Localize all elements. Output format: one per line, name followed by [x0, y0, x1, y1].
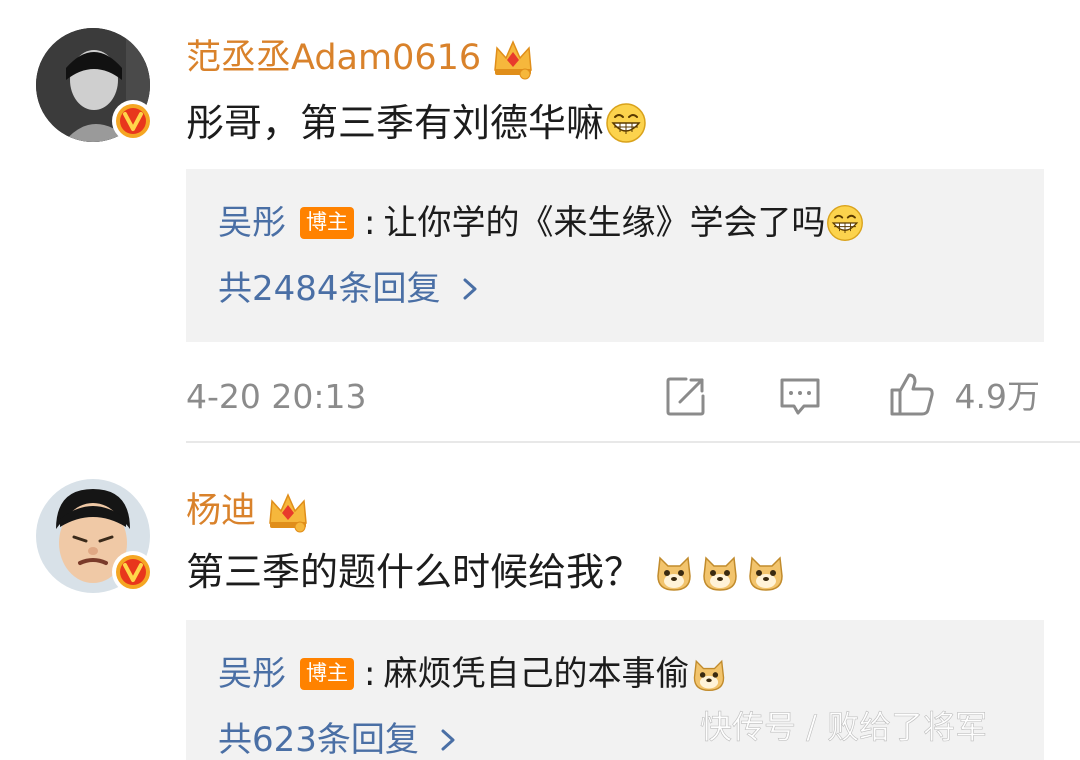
like-icon[interactable] — [888, 370, 936, 418]
blogger-badge: 博主 — [300, 658, 354, 690]
reply-author[interactable]: 吴彤 — [218, 657, 286, 691]
doge-emoji-icon — [657, 556, 691, 591]
svg-text:快传号 / 败给了将军: 快传号 / 败给了将军 — [700, 708, 987, 746]
comment-actions: 4-20 20:13 4.9万 — [186, 366, 1044, 426]
username[interactable]: 杨迪 — [186, 489, 310, 533]
comment-icon[interactable] — [778, 374, 822, 418]
reply-author[interactable]: 吴彤 — [218, 206, 286, 240]
doge-emoji-icon — [749, 556, 783, 591]
doge-emoji-icon — [703, 556, 737, 591]
comment-card: 范丞丞Adam0616 彤哥，第三季有刘德华嘛 吴彤 博主 : 让你学的《来生缘… — [0, 0, 1080, 445]
reply-colon: : — [364, 203, 376, 243]
reply-preview[interactable]: 吴彤 博主 : 让你学的《来生缘》学会了吗 共2484条回复 — [186, 169, 1044, 342]
chevron-right-icon — [441, 729, 455, 751]
username[interactable]: 范丞丞Adam0616 — [186, 36, 535, 80]
reply-line: 吴彤 博主 : 麻烦凭自己的本事偷 — [218, 654, 729, 694]
more-replies-label[interactable]: 共623条回复 — [218, 723, 419, 757]
crown-icon — [494, 40, 532, 80]
chevron-right-icon — [463, 278, 477, 300]
verified-v-icon — [112, 100, 154, 142]
reply-line: 吴彤 博主 : 让你学的《来生缘》学会了吗 — [218, 203, 865, 243]
like-count: 4.9万 — [954, 377, 1040, 416]
more-replies-link[interactable]: 共623条回复 — [218, 723, 459, 757]
comment-text-label: 第三季的题什么时候给我？ — [186, 550, 643, 594]
avatar[interactable] — [36, 479, 154, 593]
share-icon[interactable] — [664, 374, 708, 418]
username-label[interactable]: 杨迪 — [186, 493, 256, 529]
reply-colon: : — [364, 654, 376, 694]
comment-text: 彤哥，第三季有刘德华嘛 — [186, 101, 648, 145]
watermark-logo: 快传号 / 败给了将军 — [700, 708, 987, 747]
grin-emoji-icon — [606, 103, 646, 143]
more-replies-link[interactable]: 共2484条回复 — [218, 272, 481, 306]
crown-icon — [269, 493, 307, 533]
timestamp: 4-20 20:13 — [186, 377, 367, 416]
reply-text: 让你学的《来生缘》学会了吗 — [383, 203, 826, 243]
username-label[interactable]: 范丞丞Adam0616 — [186, 40, 481, 76]
avatar[interactable] — [36, 28, 154, 142]
comment-text: 第三季的题什么时候给我？ — [186, 550, 788, 594]
doge-emoji-icon — [694, 659, 725, 692]
comment-text-label: 彤哥，第三季有刘德华嘛 — [186, 101, 605, 145]
grin-emoji-icon — [827, 205, 864, 241]
emoji-group — [652, 550, 788, 594]
verified-v-icon — [112, 551, 154, 593]
reply-text: 麻烦凭自己的本事偷 — [383, 654, 690, 694]
more-replies-label[interactable]: 共2484条回复 — [218, 272, 441, 306]
blogger-badge: 博主 — [300, 207, 354, 239]
